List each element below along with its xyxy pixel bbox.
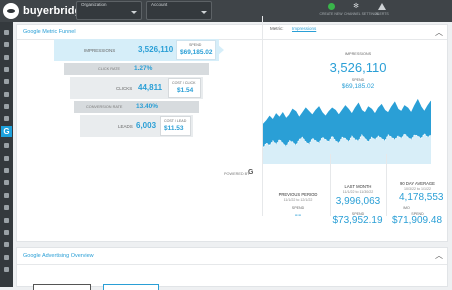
stat-dates: 11/1/22 to 12/1/22 bbox=[283, 198, 313, 202]
cost-per-lead-label: COST / LEAD bbox=[164, 119, 187, 123]
trash-icon[interactable] bbox=[4, 218, 9, 223]
plus-circle-icon bbox=[327, 3, 335, 10]
menu-icon[interactable] bbox=[4, 30, 9, 35]
stat-spend-value: -- bbox=[294, 210, 302, 221]
help-icon[interactable] bbox=[4, 267, 9, 272]
panel-title: Google Advertising Overview bbox=[23, 253, 94, 259]
google-icon[interactable]: G bbox=[1, 126, 12, 137]
stat-spend-value: $71,909.48 bbox=[391, 215, 443, 226]
list-icon[interactable] bbox=[4, 255, 9, 260]
create-new-label: CREATE NEW bbox=[319, 12, 343, 16]
chevron-down-icon bbox=[131, 11, 137, 14]
cost-per-click-box: COST / CLICK $1.54 bbox=[168, 78, 201, 98]
leads-value: 6,003 bbox=[136, 121, 157, 130]
stat-last-month-spend: $73,952.19 bbox=[330, 215, 385, 231]
funnel-step-clicks: CLICKS 44,811 COST / CLICK $1.54 bbox=[70, 77, 203, 99]
bridge-logo-icon bbox=[3, 3, 19, 19]
stat-title: LAST MONTH bbox=[344, 184, 372, 189]
users-icon[interactable] bbox=[4, 230, 9, 235]
powered-by-label: POWERED BY bbox=[224, 172, 250, 176]
channel-settings-label: CHANNEL SETTINGS bbox=[344, 12, 380, 16]
top-bar: buyerbridge Organization Account CREATE … bbox=[0, 0, 452, 22]
stat-value: 4,178,553 bbox=[399, 192, 444, 203]
cost-per-lead-value: $11.53 bbox=[164, 125, 184, 132]
alerts-label: ALERTS bbox=[375, 12, 389, 16]
funnel-step-leads: LEADS 6,003 COST / LEAD $11.53 bbox=[80, 115, 193, 137]
big-metric-value: 3,526,110 bbox=[329, 60, 387, 75]
funnel-rate-click: CLICK RATE 1.27% bbox=[64, 63, 209, 75]
spend-value: $69,185.02 bbox=[180, 49, 213, 56]
clicks-value: 44,811 bbox=[138, 83, 163, 92]
alerts-button[interactable]: ALERTS bbox=[370, 3, 394, 20]
big-spend-value: $69,185.02 bbox=[341, 83, 375, 90]
stat-dates: 11/1/22 to 11/30/22 bbox=[342, 190, 374, 194]
tag-icon[interactable] bbox=[4, 79, 9, 84]
dashboard-icon[interactable] bbox=[4, 42, 9, 47]
impressions-label: IMPRESSIONS bbox=[84, 48, 116, 53]
chevron-down-icon bbox=[201, 11, 207, 14]
metric-label: Metric: bbox=[270, 26, 284, 31]
cost-per-lead-box: COST / LEAD $11.53 bbox=[160, 116, 191, 136]
spend-box: SPEND $69,185.02 bbox=[176, 40, 216, 60]
overview-tab[interactable] bbox=[103, 284, 159, 290]
organization-select-label: Organization bbox=[81, 2, 107, 7]
chevron-up-icon[interactable]: ︿ bbox=[435, 250, 443, 261]
click-rate-value: 1.27% bbox=[134, 65, 153, 72]
stat-90-day-average: 90 DAY AVERAGE 10/3/22 to 1/1/22 4,178,5… bbox=[386, 154, 448, 216]
panel-header: Google Metric Funnel ︿ bbox=[17, 25, 447, 40]
impressions-value: 3,526,110 bbox=[138, 45, 174, 54]
stat-dates: 10/3/22 to 1/1/22 bbox=[404, 187, 431, 191]
conversion-rate-value: 13.40% bbox=[136, 103, 159, 110]
link-icon[interactable] bbox=[4, 116, 9, 121]
pencil-icon[interactable] bbox=[4, 193, 9, 198]
pinterest-icon[interactable] bbox=[4, 156, 9, 161]
settings-icon[interactable] bbox=[4, 242, 9, 247]
stat-value: 3,996,063 bbox=[335, 196, 381, 207]
broadcast-icon[interactable] bbox=[4, 92, 9, 97]
analytics-icon[interactable] bbox=[4, 180, 9, 185]
panel-header: Google Advertising Overview ︿ bbox=[17, 248, 447, 265]
big-spend-label: SPEND bbox=[351, 78, 365, 82]
google-logo-icon: G bbox=[248, 169, 254, 176]
brand-logo[interactable]: buyerbridge bbox=[3, 3, 88, 19]
account-select[interactable]: Account bbox=[146, 1, 212, 20]
funnel-rate-conversion: CONVERSION RATE 13.40% bbox=[74, 101, 199, 113]
chevron-up-icon[interactable]: ︿ bbox=[435, 27, 443, 38]
create-new-button[interactable]: CREATE NEW bbox=[319, 3, 343, 20]
gear-icon: ✻ bbox=[353, 3, 359, 10]
reports-icon[interactable] bbox=[4, 205, 9, 210]
metric-select-link[interactable]: Impressions bbox=[292, 26, 316, 31]
leads-label: LEADS bbox=[118, 124, 133, 129]
funnel-step-impressions: IMPRESSIONS 3,526,110 SPEND $69,185.02 bbox=[54, 39, 219, 61]
stat-title: 90 DAY AVERAGE bbox=[400, 181, 435, 186]
channel-settings-button[interactable]: ✻ CHANNEL SETTINGS bbox=[344, 3, 380, 20]
clicks-label: CLICKS bbox=[116, 86, 133, 91]
advertising-overview-panel: Google Advertising Overview ︿ bbox=[16, 247, 448, 290]
stat-spend-value: $73,952.19 bbox=[332, 215, 383, 226]
stat-previous-period: PREVIOUS PERIOD 11/1/22 to 12/1/22 SPEND… bbox=[270, 154, 326, 221]
cost-per-click-label: COST / CLICK bbox=[172, 81, 196, 85]
overview-tab[interactable] bbox=[33, 284, 91, 290]
bell-icon bbox=[378, 3, 386, 10]
filter-icon[interactable] bbox=[4, 55, 9, 60]
stat-title: PREVIOUS PERIOD bbox=[278, 192, 318, 197]
stat-unit: /MO bbox=[403, 206, 410, 210]
account-select-label: Account bbox=[151, 2, 168, 7]
tiktok-icon[interactable] bbox=[4, 143, 9, 148]
arrow-right-icon bbox=[217, 44, 224, 56]
sidebar: G bbox=[0, 22, 13, 287]
stat-90-day-spend: $71,909.48 bbox=[386, 215, 448, 231]
panel-title: Google Metric Funnel bbox=[23, 29, 76, 35]
organization-select[interactable]: Organization bbox=[76, 1, 142, 20]
cost-per-click-value: $1.54 bbox=[177, 87, 194, 94]
click-rate-label: CLICK RATE bbox=[98, 67, 121, 71]
conversion-rate-label: CONVERSION RATE bbox=[86, 105, 123, 109]
meta-icon[interactable] bbox=[4, 67, 9, 72]
big-metric-label: IMPRESSIONS bbox=[344, 52, 372, 56]
document-icon[interactable] bbox=[4, 104, 9, 109]
stat-last-month: LAST MONTH 11/1/22 to 11/30/22 3,996,063… bbox=[330, 154, 385, 216]
snapchat-icon[interactable] bbox=[4, 168, 9, 173]
spend-label: SPEND bbox=[189, 43, 202, 47]
